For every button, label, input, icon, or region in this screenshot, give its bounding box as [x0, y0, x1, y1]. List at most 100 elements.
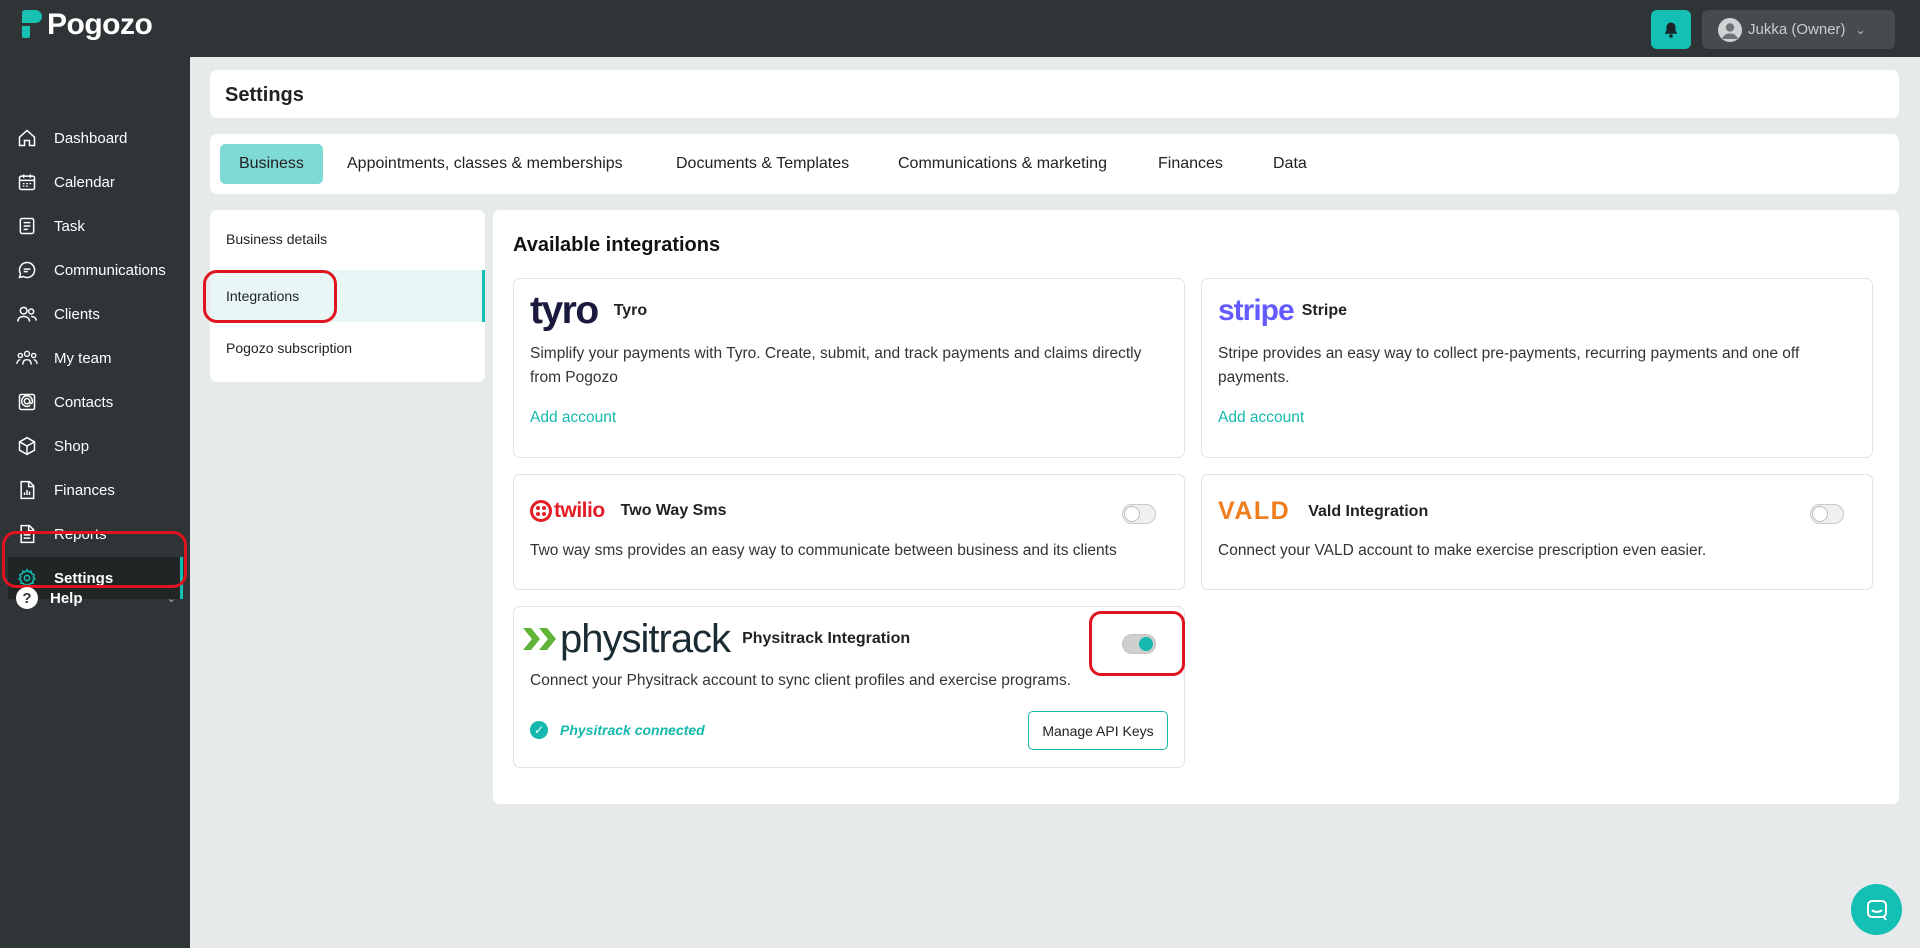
- tab-data[interactable]: Data: [1273, 144, 1307, 184]
- box-icon: [16, 435, 38, 457]
- twilio-brand: twilio Two Way Sms: [530, 499, 726, 523]
- stripe-add-account-link[interactable]: Add account: [1218, 409, 1304, 427]
- vald-card: VALD Vald Integration Connect your VALD …: [1201, 474, 1873, 590]
- sidebar-item-label: Dashboard: [54, 129, 128, 147]
- check-circle-icon: ✓: [530, 721, 548, 739]
- team-icon: [16, 347, 38, 369]
- sidebar-item-shop[interactable]: Shop: [8, 425, 183, 467]
- tab-business[interactable]: Business: [220, 144, 323, 184]
- sidebar-item-label: Shop: [54, 437, 90, 455]
- physitrack-description: Connect your Physitrack account to sync …: [530, 672, 1072, 689]
- stripe-brand: stripe Stripe: [1218, 295, 1347, 327]
- chat-bubble-icon: [1866, 899, 1887, 921]
- tab-documents-templates[interactable]: Documents & Templates: [676, 144, 849, 184]
- chevron-down-icon: ⌄: [166, 592, 176, 605]
- twilio-name: Two Way Sms: [620, 502, 727, 519]
- chat-support-button[interactable]: [1851, 884, 1902, 935]
- tyro-name: Tyro: [613, 302, 648, 319]
- sidebar-item-task[interactable]: Task: [8, 205, 183, 247]
- sidebar-item-label: Task: [54, 217, 85, 235]
- tyro-description: Simplify your payments with Tyro. Create…: [530, 345, 1142, 386]
- users-icon: [16, 303, 38, 325]
- twilio-description: Two way sms provides an easy way to comm…: [530, 542, 1117, 559]
- integrations-title: Available integrations: [513, 234, 721, 256]
- task-icon: [16, 215, 38, 237]
- user-menu-button[interactable]: Jukka (Owner) ⌄: [1702, 10, 1895, 49]
- sidebar-item-contacts[interactable]: Contacts: [8, 381, 183, 423]
- pogozo-logo-mark: [22, 10, 44, 40]
- pogozo-logo[interactable]: Pogozo: [22, 8, 153, 42]
- manage-api-keys-button[interactable]: Manage API Keys: [1028, 711, 1168, 750]
- stripe-name: Stripe: [1301, 302, 1348, 319]
- stripe-logo: stripe: [1218, 294, 1295, 327]
- sidebar-item-label: Settings: [54, 569, 114, 587]
- subnav-integrations[interactable]: Integrations: [210, 270, 485, 322]
- settings-tabs: Business Appointments, classes & members…: [210, 134, 1899, 194]
- vald-description: Connect your VALD account to make exerci…: [1218, 542, 1707, 559]
- physitrack-chevrons-icon: [522, 624, 558, 654]
- tab-finances[interactable]: Finances: [1158, 144, 1223, 184]
- sidebar-item-dashboard[interactable]: Dashboard: [8, 117, 183, 159]
- physitrack-status-text: Physitrack connected: [560, 722, 705, 738]
- integrations-panel: Available integrations tyro Tyro Simplif…: [493, 210, 1899, 804]
- report-icon: [16, 523, 38, 545]
- vald-logo: VALD: [1218, 497, 1291, 525]
- top-bar: Pogozo Jukka (Owner) ⌄: [0, 0, 1920, 57]
- page-header: Settings: [210, 70, 1899, 118]
- business-subnav: Business details Integrations Pogozo sub…: [210, 210, 485, 382]
- sidebar-item-label: Clients: [54, 305, 100, 323]
- sidebar-item-label: Finances: [54, 481, 115, 499]
- physitrack-card: physitrack Physitrack Integration Connec…: [513, 606, 1185, 768]
- tyro-add-account-link[interactable]: Add account: [530, 409, 616, 427]
- chevron-down-icon: ⌄: [1855, 22, 1866, 37]
- subnav-business-details[interactable]: Business details: [210, 213, 485, 265]
- physitrack-logo: physitrack: [560, 617, 731, 661]
- sidebar-item-calendar[interactable]: Calendar: [8, 161, 183, 203]
- physitrack-name: Physitrack Integration: [742, 630, 911, 647]
- tab-communications-marketing[interactable]: Communications & marketing: [898, 144, 1107, 184]
- help-icon: ?: [16, 587, 38, 609]
- notifications-button[interactable]: [1651, 10, 1691, 49]
- sidebar-item-finances[interactable]: Finances: [8, 469, 183, 511]
- help-label: Help: [50, 589, 83, 607]
- twilio-logo-mark: [530, 500, 552, 522]
- subnav-pogozo-subscription[interactable]: Pogozo subscription: [210, 322, 485, 374]
- calendar-icon: [16, 171, 38, 193]
- sidebar-item-clients[interactable]: Clients: [8, 293, 183, 335]
- sidebar-item-label: Contacts: [54, 393, 114, 411]
- sidebar-item-help[interactable]: ? Help ⌄: [16, 587, 176, 609]
- vald-toggle[interactable]: [1810, 504, 1844, 524]
- chat-icon: [16, 259, 38, 281]
- physitrack-status: ✓ Physitrack connected: [530, 721, 705, 739]
- sidebar-item-reports[interactable]: Reports: [8, 513, 183, 555]
- user-icon: [1722, 22, 1738, 39]
- sidebar-item-label: Calendar: [54, 173, 115, 191]
- home-icon: [16, 127, 38, 149]
- tyro-brand: tyro Tyro: [530, 289, 648, 332]
- sidebar-item-label: Reports: [54, 525, 107, 543]
- sidebar-item-label: My team: [54, 349, 112, 367]
- stripe-description: Stripe provides an easy way to collect p…: [1218, 345, 1800, 386]
- avatar: [1718, 17, 1742, 42]
- sidebar: Dashboard Calendar Task Communications C…: [0, 57, 190, 948]
- contacts-icon: [16, 391, 38, 413]
- vald-name: Vald Integration: [1308, 502, 1429, 520]
- stripe-card: stripe Stripe Stripe provides an easy wa…: [1201, 278, 1873, 458]
- physitrack-brand: physitrack Physitrack Integration: [522, 619, 910, 659]
- page-title: Settings: [225, 84, 304, 106]
- bell-icon: [1665, 22, 1677, 38]
- gear-icon: [16, 567, 38, 589]
- tyro-card: tyro Tyro Simplify your payments with Ty…: [513, 278, 1185, 458]
- twilio-toggle[interactable]: [1122, 504, 1156, 524]
- sidebar-item-communications[interactable]: Communications: [8, 249, 183, 291]
- twilio-card: twilio Two Way Sms Two way sms provides …: [513, 474, 1185, 590]
- tab-appointments[interactable]: Appointments, classes & memberships: [347, 144, 623, 184]
- user-name: Jukka (Owner): [1748, 21, 1846, 38]
- sidebar-item-my-team[interactable]: My team: [8, 337, 183, 379]
- physitrack-toggle[interactable]: [1122, 634, 1156, 654]
- twilio-logo: twilio: [554, 499, 605, 522]
- tyro-logo: tyro: [530, 289, 599, 332]
- sidebar-item-label: Communications: [54, 261, 166, 279]
- finance-doc-icon: [16, 479, 38, 501]
- vald-brand: VALD Vald Integration: [1218, 497, 1428, 526]
